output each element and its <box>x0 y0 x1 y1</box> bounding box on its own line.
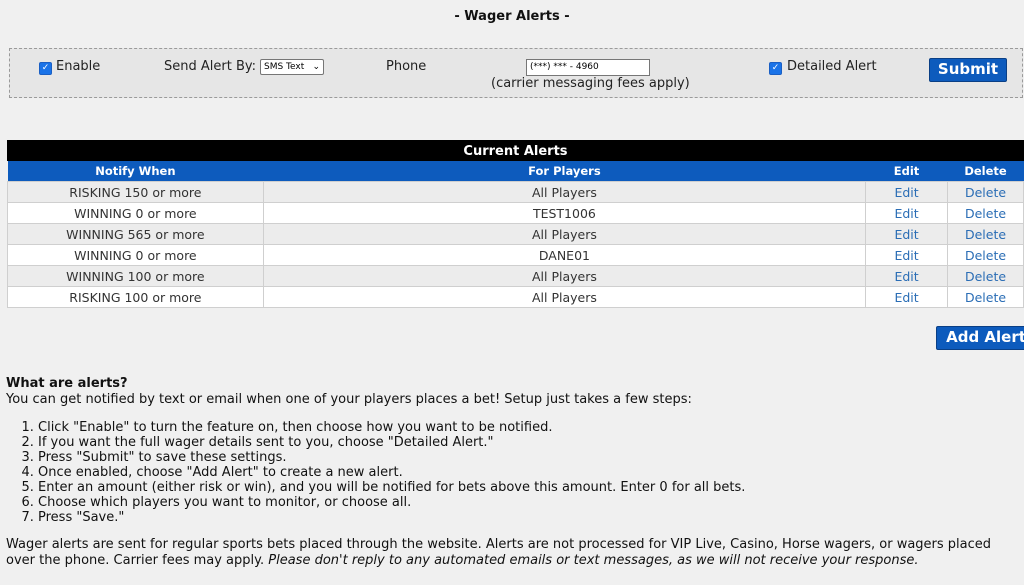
send-alert-by-label: Send Alert By: <box>164 59 256 74</box>
delete-link[interactable]: Delete <box>947 223 1024 245</box>
delete-link[interactable]: Delete <box>947 265 1024 287</box>
enable-checkbox[interactable]: ✓ <box>39 62 52 75</box>
edit-link[interactable]: Edit <box>865 286 949 308</box>
notify-when-cell: RISKING 100 or more <box>7 286 264 308</box>
edit-link[interactable]: Edit <box>865 181 949 203</box>
for-players-cell: All Players <box>262 223 867 245</box>
table-row: WINNING 0 or more DANE01 Edit Delete <box>7 244 1024 266</box>
edit-link[interactable]: Edit <box>865 223 949 245</box>
notify-when-cell: RISKING 150 or more <box>7 181 264 203</box>
send-alert-by-select[interactable]: SMS Text ⌄ <box>260 59 324 75</box>
notify-when-cell: WINNING 0 or more <box>7 244 264 266</box>
detailed-alert-label: Detailed Alert <box>787 59 877 74</box>
submit-button[interactable]: Submit <box>929 58 1007 82</box>
help-step: Choose which players you want to monitor… <box>38 495 1024 510</box>
for-players-cell: All Players <box>262 265 867 287</box>
notify-when-cell: WINNING 565 or more <box>7 223 264 245</box>
for-players-cell: All Players <box>262 181 867 203</box>
delete-link[interactable]: Delete <box>947 202 1024 224</box>
for-players-cell: DANE01 <box>262 244 867 266</box>
help-step: Once enabled, choose "Add Alert" to crea… <box>38 465 1024 480</box>
table-row: RISKING 150 or more All Players Edit Del… <box>7 181 1024 203</box>
enable-label: Enable <box>56 59 101 74</box>
table-row: WINNING 0 or more TEST1006 Edit Delete <box>7 202 1024 224</box>
edit-link[interactable]: Edit <box>865 244 949 266</box>
chevron-down-icon: ⌄ <box>312 62 320 72</box>
help-step: Press "Save." <box>38 510 1024 525</box>
delete-link[interactable]: Delete <box>947 181 1024 203</box>
phone-input[interactable]: (***) *** - 4960 <box>526 59 650 76</box>
current-alerts-table: Current Alerts Notify When For Players E… <box>7 140 1024 308</box>
help-step: Click "Enable" to turn the feature on, t… <box>38 420 1024 435</box>
edit-link[interactable]: Edit <box>865 202 949 224</box>
alert-settings-bar: ✓ Enable Send Alert By: SMS Text ⌄ Phone… <box>9 48 1023 98</box>
help-intro: You can get notified by text or email wh… <box>6 392 692 407</box>
table-row: WINNING 100 or more All Players Edit Del… <box>7 265 1024 287</box>
phone-label: Phone <box>386 59 427 74</box>
current-alerts-caption: Current Alerts <box>7 140 1024 161</box>
add-alert-button[interactable]: Add Alert <box>936 326 1024 350</box>
header-notify-when: Notify When <box>7 161 264 182</box>
alerts-help-section: What are alerts? You can get notified by… <box>6 376 1024 569</box>
send-alert-by-value: SMS Text <box>264 62 305 72</box>
help-step: If you want the full wager details sent … <box>38 435 1024 450</box>
help-footer: Wager alerts are sent for regular sports… <box>6 537 1024 569</box>
delete-link[interactable]: Delete <box>947 286 1024 308</box>
carrier-fees-note: (carrier messaging fees apply) <box>491 76 690 91</box>
for-players-cell: All Players <box>262 286 867 308</box>
table-row: RISKING 100 or more All Players Edit Del… <box>7 286 1024 308</box>
delete-link[interactable]: Delete <box>947 244 1024 266</box>
detailed-alert-checkbox[interactable]: ✓ <box>769 62 782 75</box>
header-delete: Delete <box>947 161 1024 182</box>
help-step: Press "Submit" to save these settings. <box>38 450 1024 465</box>
header-for-players: For Players <box>263 161 866 182</box>
edit-link[interactable]: Edit <box>865 265 949 287</box>
help-heading: What are alerts? <box>6 376 128 391</box>
help-step: Enter an amount (either risk or win), an… <box>38 480 1024 495</box>
help-steps-list: Click "Enable" to turn the feature on, t… <box>6 420 1024 525</box>
table-header-row: Notify When For Players Edit Delete <box>7 161 1024 182</box>
header-edit: Edit <box>865 161 948 182</box>
page-title: - Wager Alerts - <box>454 9 570 24</box>
notify-when-cell: WINNING 100 or more <box>7 265 264 287</box>
table-row: WINNING 565 or more All Players Edit Del… <box>7 223 1024 245</box>
notify-when-cell: WINNING 0 or more <box>7 202 264 224</box>
for-players-cell: TEST1006 <box>262 202 867 224</box>
help-footer-italic: Please don't reply to any automated emai… <box>268 553 919 568</box>
